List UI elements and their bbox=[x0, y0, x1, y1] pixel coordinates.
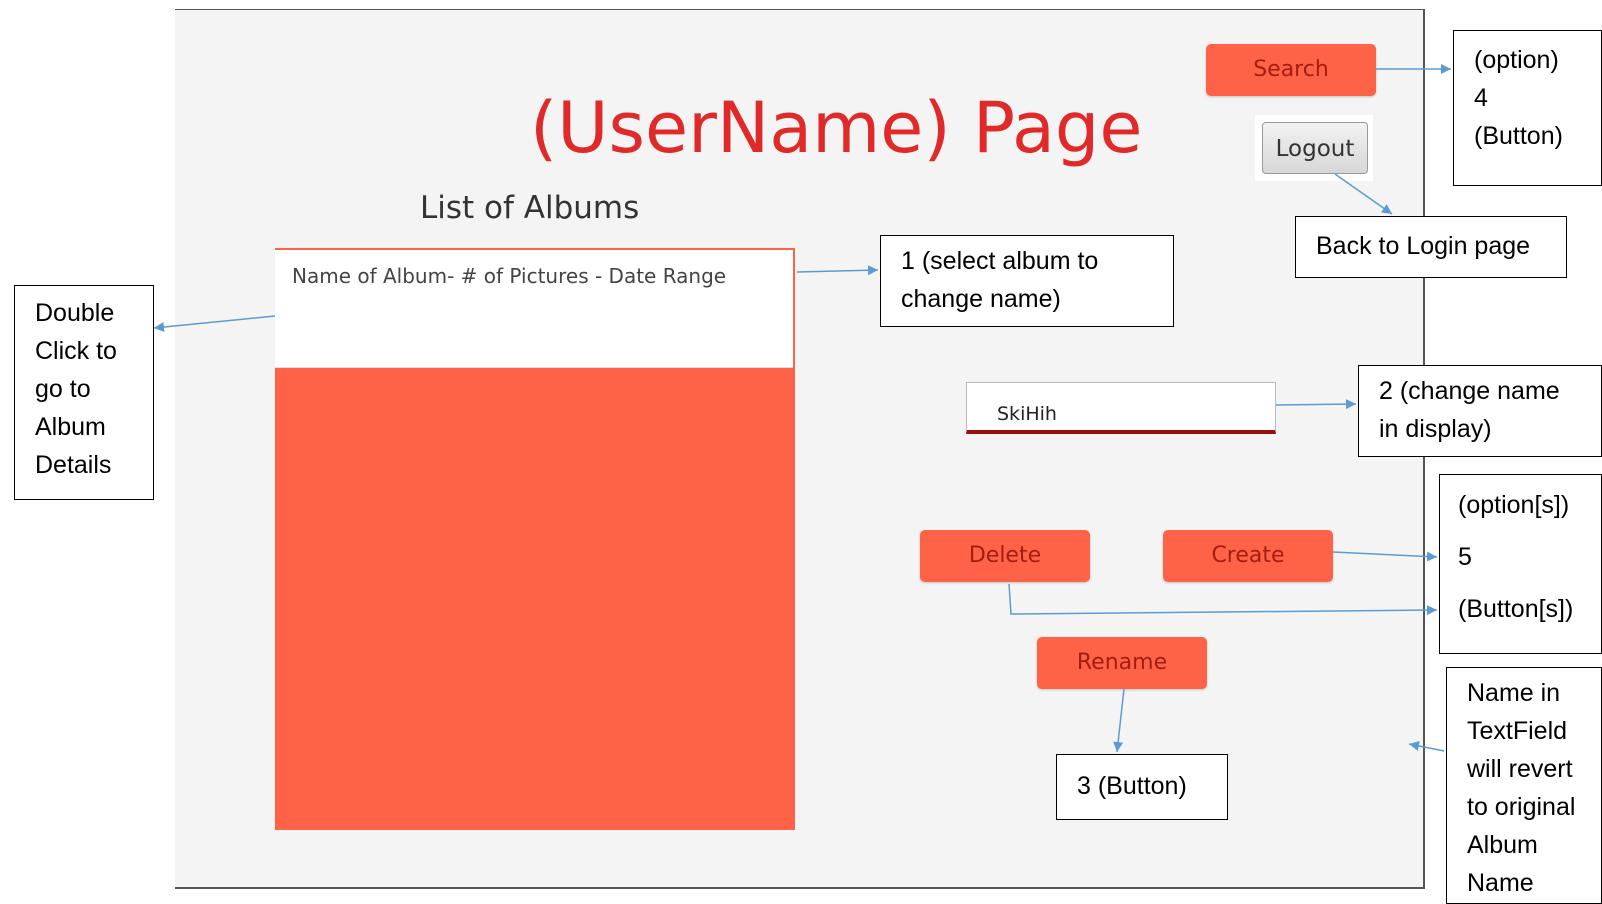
album-name-field[interactable]: SkiHih bbox=[966, 382, 1276, 434]
search-button[interactable]: Search bbox=[1206, 44, 1376, 96]
callout-text: in display) bbox=[1379, 415, 1492, 443]
callout-rename-button: 3 (Button) bbox=[1056, 754, 1228, 820]
callout-text: Details bbox=[35, 451, 112, 479]
callout-text: Album bbox=[1467, 831, 1538, 859]
callout-text: (option[s]) bbox=[1458, 491, 1570, 519]
callout-text: Name in bbox=[1467, 679, 1561, 707]
callout-double-click: Double Click to go to Album Details bbox=[14, 285, 154, 500]
callout-back-to-login: Back to Login page bbox=[1295, 216, 1567, 278]
album-name-field-value: SkiHih bbox=[997, 403, 1057, 425]
page-title: (UserName) Page bbox=[530, 87, 1143, 169]
callout-text: (option) bbox=[1474, 46, 1559, 74]
callout-text: change name) bbox=[901, 285, 1061, 313]
rename-button[interactable]: Rename bbox=[1037, 637, 1207, 689]
callout-text: (Button) bbox=[1474, 122, 1563, 150]
logout-button[interactable]: Logout bbox=[1262, 122, 1368, 174]
album-list-item[interactable]: Name of Album- # of Pictures - Date Rang… bbox=[275, 250, 793, 368]
callout-text: Double bbox=[35, 299, 115, 327]
callout-text: 1 (select album to bbox=[901, 247, 1099, 275]
album-list[interactable]: Name of Album- # of Pictures - Date Rang… bbox=[275, 248, 795, 830]
callout-text: will revert bbox=[1467, 755, 1573, 783]
callout-search-option: (option) 4 (Button) bbox=[1453, 30, 1602, 186]
callout-text: 2 (change name bbox=[1379, 377, 1560, 405]
callout-change-name: 2 (change name in display) bbox=[1358, 365, 1602, 457]
album-list-heading: List of Albums bbox=[420, 190, 640, 226]
callout-text: 5 bbox=[1458, 543, 1472, 571]
callout-text: (Button[s]) bbox=[1458, 595, 1574, 623]
callout-text: Click to bbox=[35, 337, 117, 365]
callout-text: Back to Login page bbox=[1316, 232, 1531, 260]
callout-options-5: (option[s]) 5 (Button[s]) bbox=[1439, 474, 1602, 654]
callout-select-album: 1 (select album to change name) bbox=[880, 235, 1174, 327]
album-item-label: Name of Album- # of Pictures - Date Rang… bbox=[292, 264, 727, 288]
callout-text: to original bbox=[1467, 793, 1576, 821]
callout-revert-name: Name in TextField will revert to origina… bbox=[1446, 667, 1602, 904]
callout-text: Album bbox=[35, 413, 106, 441]
callout-text: 3 (Button) bbox=[1077, 772, 1187, 800]
callout-text: Name bbox=[1467, 869, 1534, 897]
delete-button[interactable]: Delete bbox=[920, 530, 1090, 582]
callout-text: TextField bbox=[1467, 717, 1568, 745]
create-button[interactable]: Create bbox=[1163, 530, 1333, 582]
callout-text: 4 bbox=[1474, 84, 1488, 112]
callout-text: go to bbox=[35, 375, 91, 403]
